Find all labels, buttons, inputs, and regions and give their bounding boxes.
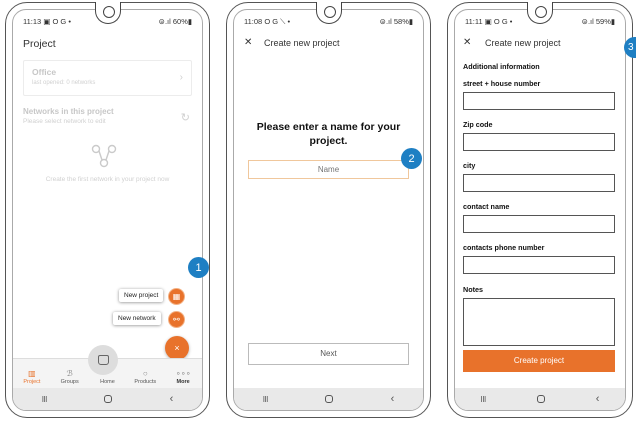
street-input[interactable] [463,92,615,110]
tab-project[interactable]: ▥ Project [17,368,47,385]
project-subtitle: last opened: 0 networks [32,80,96,86]
screen: 11:11 ▣ O G • ⊜.ıl 59%▮ ✕ Create new pro… [454,9,626,411]
field-label: contact name [463,202,510,211]
status-left: 11:13 ▣ O G • [23,17,71,29]
bottom-navigation: ▥ Project ℬ Groups Home ○ Products ∘∘∘ M… [13,345,202,388]
empty-state-text: Create the first network in your project… [45,176,170,183]
phone-name-screen: 11:08 O G ⟍ • ⊜.ıl 58%▮ ✕ Create new pro… [226,2,431,418]
close-icon[interactable]: ✕ [463,37,471,48]
status-left: 11:11 ▣ O G • [465,17,512,29]
page-title: Create new project [485,38,561,48]
create-project-button[interactable]: Create project [463,350,615,372]
recents-button[interactable]: III [263,395,269,404]
tab-products[interactable]: ○ Products [130,368,160,385]
document-icon: ▦ [172,292,181,301]
back-button[interactable]: ‹ [391,393,395,405]
phone-project-screen: 11:13 ▣ O G • ⊜.ıl 60%▮ Project Office l… [5,2,210,418]
project-name-input[interactable] [248,160,409,179]
name-prompt: Please enter a name for your project. [256,121,401,148]
tab-label: Project [23,379,41,385]
tab-label: Products [134,379,157,385]
phone-number-input[interactable] [463,256,615,274]
field-label: contacts phone number [463,243,545,252]
callout-2: 2 [401,148,422,169]
field-label: Zip code [463,120,493,129]
camera-notch [94,2,121,24]
new-project-fab[interactable]: ▦ [168,288,185,305]
back-button[interactable]: ‹ [170,393,174,405]
status-time: 11:13 [23,17,42,26]
networks-heading: Networks in this project [23,107,114,116]
tab-label: Home [100,379,115,385]
field-label: street + house number [463,79,541,88]
screen: 11:08 O G ⟍ • ⊜.ıl 58%▮ ✕ Create new pro… [233,9,424,411]
recents-button[interactable]: III [42,395,48,404]
refresh-icon[interactable]: ↻ [181,111,190,124]
home-button[interactable] [536,395,545,403]
project-icon: ▥ [28,369,36,378]
tab-groups[interactable]: ℬ Groups [55,368,85,385]
home-bump[interactable] [88,345,118,375]
system-nav-bar: III ‹ [455,388,625,410]
network-small-icon: ⚯ [173,315,180,324]
status-icons: O G ⟍ • [264,17,291,26]
system-nav-bar: III ‹ [13,388,202,410]
phone-details-screen: 11:11 ▣ O G • ⊜.ıl 59%▮ ✕ Create new pro… [447,2,633,418]
screen: 11:13 ▣ O G • ⊜.ıl 60%▮ Project Office l… [12,9,203,411]
tab-more[interactable]: ∘∘∘ More [168,368,198,385]
recents-button[interactable]: III [481,395,487,404]
new-network-fab[interactable]: ⚯ [168,311,185,328]
page-title: Create new project [264,38,340,48]
page-title: Project [23,38,56,50]
contact-name-input[interactable] [463,215,615,233]
camera-notch [315,2,342,24]
status-time: 11:08 [244,17,263,26]
status-battery: ⊜.ıl 59%▮ [581,17,615,26]
home-button[interactable] [325,395,334,403]
new-network-label[interactable]: New network [113,312,161,325]
status-icons: ▣ O G • [43,17,71,26]
project-name: Office [32,67,57,77]
network-icon [91,144,117,168]
section-heading: Additional information [463,62,540,71]
back-button[interactable]: ‹ [596,393,600,405]
callout-1: 1 [188,257,209,278]
zip-input[interactable] [463,133,615,151]
system-nav-bar: III ‹ [234,388,423,410]
status-left: 11:08 O G ⟍ • [244,17,290,29]
groups-icon: ℬ [66,369,73,378]
tab-label: Groups [60,379,79,385]
home-icon-large [97,355,109,365]
chevron-right-icon: › [179,72,183,83]
new-project-label[interactable]: New project [119,289,164,302]
status-icons: ▣ O G • [484,17,513,26]
tab-label: More [176,379,190,385]
status-battery: ⊜.ıl 60%▮ [158,17,192,26]
networks-subtitle: Please select network to edit [23,118,106,125]
project-card-office[interactable]: Office last opened: 0 networks › [23,60,192,96]
next-button[interactable]: Next [248,343,409,365]
more-icon: ∘∘∘ [175,369,191,378]
close-icon[interactable]: ✕ [244,37,252,48]
status-battery: ⊜.ıl 58%▮ [379,17,413,26]
status-time: 11:11 [465,17,483,26]
close-fab[interactable]: × [165,336,189,360]
notes-input[interactable] [463,298,615,346]
field-label: Notes [463,285,483,294]
products-icon: ○ [142,369,148,378]
home-button[interactable] [104,395,113,403]
city-input[interactable] [463,174,615,192]
field-label: city [463,161,476,170]
close-icon: × [174,343,180,353]
